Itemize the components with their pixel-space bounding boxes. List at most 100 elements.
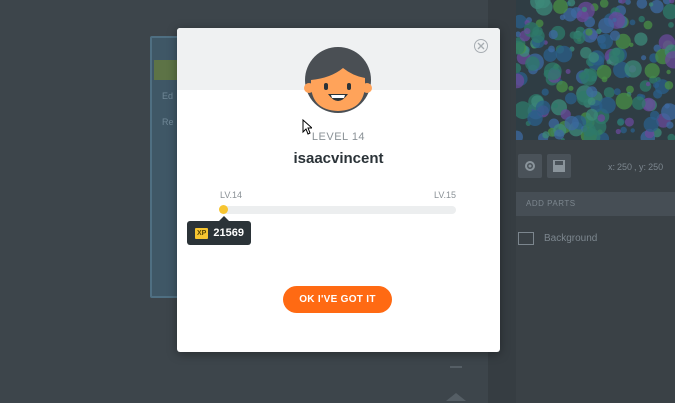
preview-dot: [564, 116, 579, 131]
preview-dot: [617, 118, 624, 126]
preview-dot: [603, 87, 615, 98]
preview-dot: [587, 97, 596, 106]
preview-dot: [666, 121, 674, 129]
preview-dot: [542, 131, 550, 139]
preview-dot: [641, 55, 647, 61]
preview-dot: [650, 0, 664, 14]
username: isaacvincent: [293, 150, 384, 167]
preview-dot: [586, 108, 598, 121]
preview-dot: [565, 92, 577, 105]
background-icon: [518, 232, 534, 245]
preview-dot: [548, 45, 555, 53]
add-parts-header[interactable]: ADD PARTS: [516, 192, 675, 216]
xp-tooltip: XP 21569: [187, 216, 251, 245]
xp-progress-marker: [219, 205, 228, 214]
preview-dot: [531, 29, 545, 43]
preview-dot: [634, 32, 648, 46]
xp-value: 21569: [213, 227, 244, 239]
y-coordinate: 250: [648, 162, 664, 172]
preview-dot: [524, 28, 531, 35]
preview-dot: [554, 129, 565, 140]
preview-dot: [599, 0, 609, 8]
layer-text: Re: [162, 117, 174, 127]
save-icon: [553, 160, 565, 172]
scroll-up-arrow-icon: [446, 393, 466, 401]
preview-dot: [619, 0, 626, 4]
preview-dot: [644, 63, 660, 79]
preview-dot: [576, 10, 589, 23]
preview-dot: [548, 29, 558, 40]
preview-dot: [597, 114, 606, 122]
preview-dot: [629, 19, 636, 26]
preview-dot: [516, 63, 522, 74]
level-label: LEVEL 14: [311, 131, 366, 143]
scroll-indicator: [450, 366, 462, 368]
gear-icon: [525, 161, 535, 171]
preview-dot: [668, 22, 674, 28]
preview-dot: [559, 14, 566, 21]
preview-dot: [555, 45, 573, 63]
ok-got-it-button[interactable]: OK I'VE GOT IT: [283, 286, 392, 313]
preview-dot: [525, 56, 540, 71]
preview-dot: [565, 69, 571, 74]
preview-dot: [630, 128, 635, 133]
canvas-preview: [516, 0, 675, 140]
preview-dot: [581, 6, 588, 13]
preview-dot: [612, 17, 617, 23]
preview-dot: [624, 117, 634, 127]
preview-dot: [541, 88, 549, 96]
preview-dot: [586, 86, 598, 98]
preview-dot: [516, 130, 523, 140]
preview-dot: [535, 100, 551, 116]
preview-dot: [636, 0, 648, 9]
mouse-cursor-icon: [302, 119, 312, 135]
current-level-label: LV.14: [220, 190, 243, 200]
layer-text: Ed: [162, 91, 174, 101]
preview-dot: [608, 47, 625, 64]
preview-dot: [609, 30, 621, 41]
preview-dot: [543, 62, 562, 81]
preview-dot: [664, 103, 670, 109]
save-button[interactable]: [547, 154, 571, 178]
preview-dot: [596, 28, 602, 34]
preview-dot: [573, 31, 586, 44]
xp-badge: XP: [195, 227, 209, 239]
preview-dot: [599, 97, 616, 114]
preview-dot: [556, 80, 568, 93]
preview-dot: [662, 3, 675, 20]
preview-dot: [588, 52, 599, 63]
preview-dot: [578, 72, 586, 80]
preview-dot: [552, 102, 558, 109]
preview-dot: [615, 92, 633, 110]
preview-dot: [596, 64, 612, 80]
preview-dot: [638, 15, 645, 23]
preview-dot: [582, 123, 596, 137]
x-coordinate: 250: [617, 162, 633, 172]
preview-dot: [639, 80, 652, 92]
preview-dot: [648, 2, 654, 7]
background-label: Background: [544, 233, 598, 244]
preview-dot: [584, 68, 598, 82]
preview-dot: [620, 126, 627, 134]
level-up-dialog: LEVEL 14 isaacvincent LV.14 LV.15 XP 215…: [177, 28, 500, 352]
properties-pane: x: 250, y: 250 ADD PARTS Background: [516, 0, 675, 403]
preview-dot: [643, 116, 659, 132]
settings-button[interactable]: [518, 154, 542, 178]
preview-dot: [632, 96, 646, 110]
close-button[interactable]: [474, 39, 488, 53]
preview-dot: [615, 128, 621, 135]
preview-dot: [653, 89, 663, 99]
xp-progress-bar: [220, 206, 456, 214]
preview-dot: [667, 133, 675, 140]
preview-dot: [666, 69, 671, 75]
preview-dot: [643, 20, 653, 30]
preview-dot: [624, 60, 642, 78]
close-icon: [477, 42, 485, 50]
background-layer-item[interactable]: Background: [518, 232, 597, 245]
avatar-icon: [304, 47, 372, 113]
coordinate-readout: x: 250, y: 250: [608, 162, 664, 172]
preview-dot: [625, 0, 631, 5]
preview-dot: [645, 81, 651, 87]
preview-dot: [568, 85, 574, 91]
preview-dot: [653, 82, 660, 89]
